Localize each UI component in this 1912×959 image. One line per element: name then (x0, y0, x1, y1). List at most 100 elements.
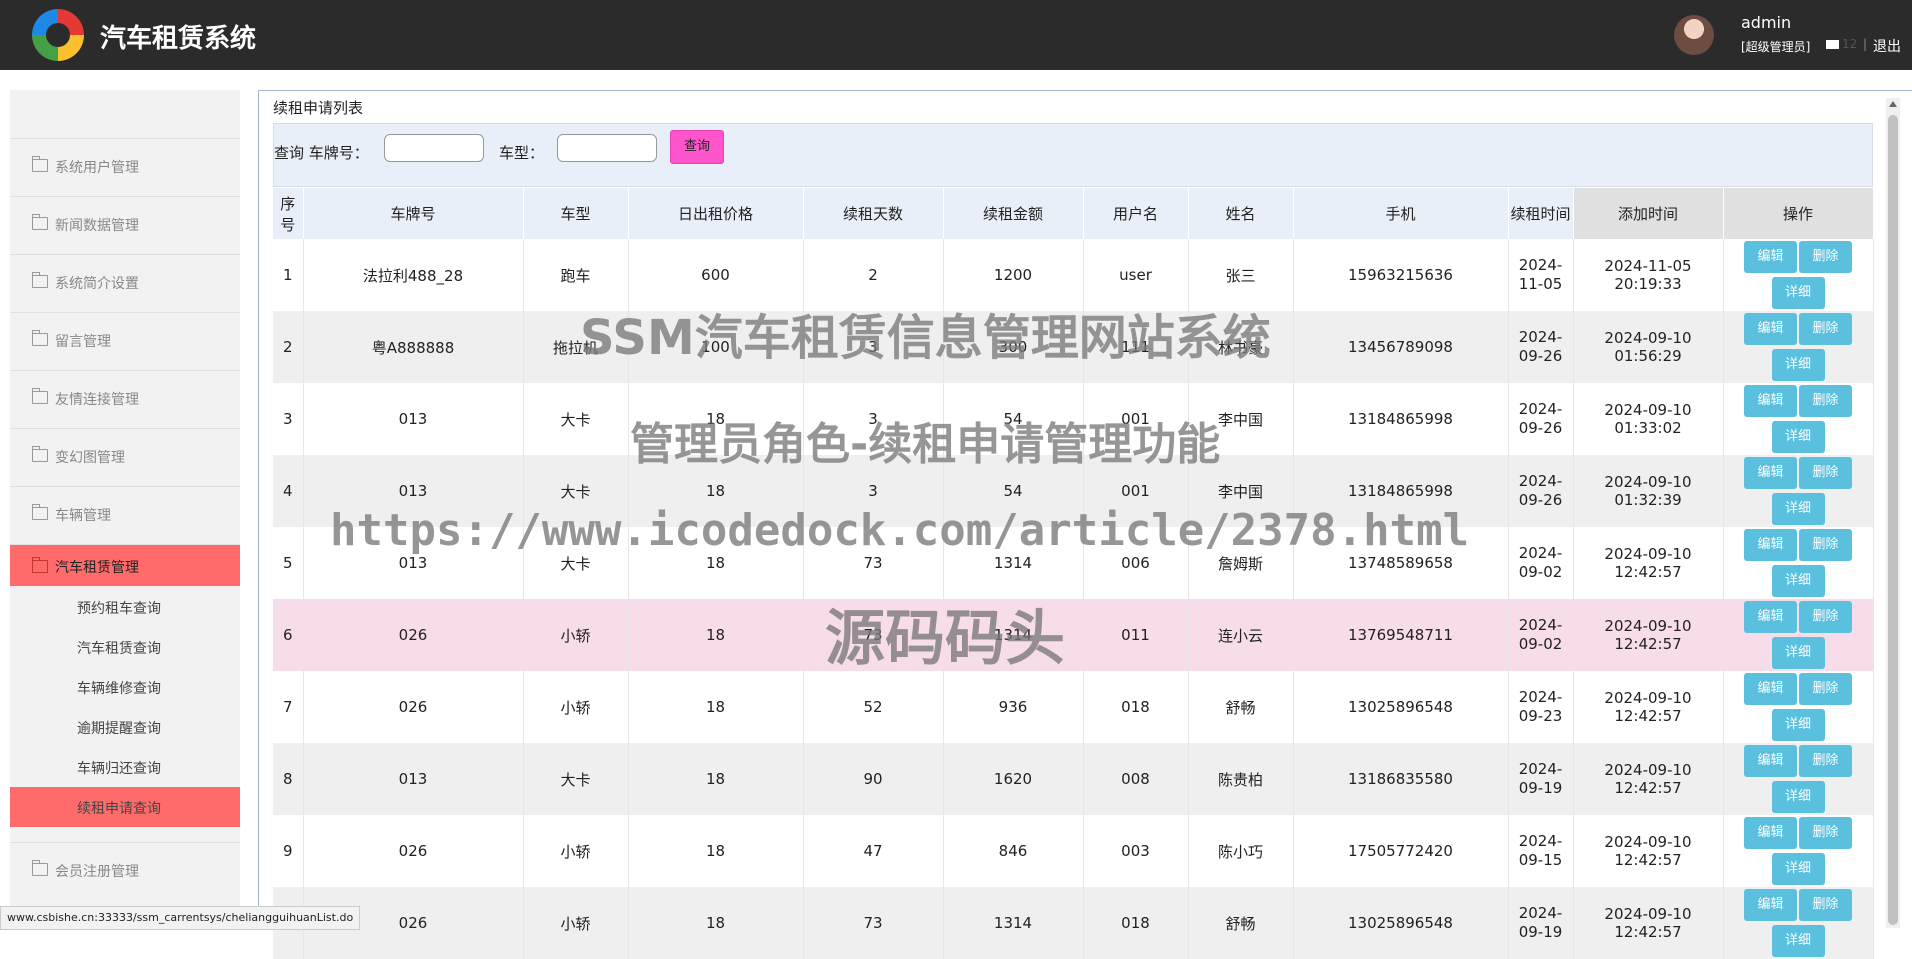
cell-phone: 13184865998 (1293, 455, 1509, 527)
cell-renew_date: 2024-09-15 (1508, 815, 1574, 887)
folder-icon (32, 388, 48, 404)
folder-icon (32, 504, 48, 520)
cell-days: 73 (803, 599, 944, 671)
sidebar-subitem-repair[interactable]: 车辆维修查询 (10, 667, 240, 707)
delete-button[interactable]: 删除 (1799, 457, 1852, 489)
avatar[interactable] (1674, 15, 1714, 55)
edit-button[interactable]: 编辑 (1744, 457, 1797, 489)
cell-amount: 1314 (943, 527, 1084, 599)
edit-button[interactable]: 编辑 (1744, 889, 1797, 921)
cell-days: 90 (803, 743, 944, 815)
cell-name: 连小云 (1188, 599, 1294, 671)
cell-plate: 法拉利488_28 (303, 239, 524, 311)
cell-no: 4 (273, 455, 304, 527)
table-row: 1 法拉利488_28 跑车 600 2 1200 user 张三 15963215636 202… (273, 239, 1874, 311)
detail-button[interactable]: 详细 (1771, 709, 1825, 741)
cell-name: 林书豪 (1188, 311, 1294, 383)
plate-input[interactable] (384, 134, 484, 162)
sidebar-item-label: 新闻数据管理 (55, 218, 139, 234)
cell-actions: 编辑 删除详细 (1723, 455, 1874, 527)
sidebar-item-news[interactable]: 新闻数据管理 (10, 196, 240, 253)
logout-link[interactable]: 退出 (1873, 36, 1901, 56)
cell-username: 018 (1083, 887, 1189, 959)
edit-button[interactable]: 编辑 (1744, 313, 1797, 345)
detail-button[interactable]: 详细 (1771, 781, 1825, 813)
cell-amount: 936 (943, 671, 1084, 743)
sidebar-item-label: 系统用户管理 (55, 160, 139, 176)
column-header: 续租金额 (943, 188, 1084, 239)
folder-icon (32, 272, 48, 288)
delete-button[interactable]: 删除 (1799, 601, 1852, 633)
edit-button[interactable]: 编辑 (1744, 601, 1797, 633)
edit-button[interactable]: 编辑 (1744, 385, 1797, 417)
column-header: 序号 (273, 188, 304, 239)
detail-button[interactable]: 详细 (1771, 349, 1825, 381)
cell-price: 18 (628, 599, 804, 671)
delete-button[interactable]: 删除 (1799, 745, 1852, 777)
scroll-up-icon[interactable] (1889, 101, 1897, 107)
detail-button[interactable]: 详细 (1771, 853, 1825, 885)
cell-no: 9 (273, 815, 304, 887)
cell-type: 大卡 (523, 743, 629, 815)
delete-button[interactable]: 删除 (1799, 529, 1852, 561)
delete-button[interactable]: 删除 (1799, 817, 1852, 849)
cell-added: 2024-09-10 12:42:57 (1573, 527, 1724, 599)
sidebar-item-vehicles[interactable]: 车辆管理 (10, 486, 240, 543)
sidebar-item-slides[interactable]: 变幻图管理 (10, 428, 240, 485)
cell-name: 李中国 (1188, 455, 1294, 527)
cell-price: 18 (628, 815, 804, 887)
delete-button[interactable]: 删除 (1799, 385, 1852, 417)
cell-renew_date: 2024-09-02 (1508, 599, 1574, 671)
detail-button[interactable]: 详细 (1771, 493, 1825, 525)
type-input[interactable] (557, 134, 657, 162)
edit-button[interactable]: 编辑 (1744, 241, 1797, 273)
cell-username: 008 (1083, 743, 1189, 815)
cell-username: 111 (1083, 311, 1189, 383)
sidebar-item-label: 友情连接管理 (55, 392, 139, 408)
delete-button[interactable]: 删除 (1799, 673, 1852, 705)
sidebar-item-intro[interactable]: 系统简介设置 (10, 254, 240, 311)
detail-button[interactable]: 详细 (1771, 277, 1825, 309)
detail-button[interactable]: 详细 (1771, 925, 1825, 957)
cell-actions: 编辑 删除详细 (1723, 671, 1874, 743)
sidebar-item-rental[interactable]: 汽车租赁管理 (10, 544, 240, 586)
column-header: 手机 (1293, 188, 1509, 239)
cell-no: 7 (273, 671, 304, 743)
delete-button[interactable]: 删除 (1799, 889, 1852, 921)
cell-amount: 54 (943, 455, 1084, 527)
sidebar-subitem-booking[interactable]: 预约租车查询 (10, 587, 240, 627)
detail-button[interactable]: 详细 (1771, 637, 1825, 669)
cell-username: 001 (1083, 455, 1189, 527)
detail-button[interactable]: 详细 (1771, 421, 1825, 453)
delete-button[interactable]: 删除 (1799, 241, 1852, 273)
sidebar-item-messages[interactable]: 留言管理 (10, 312, 240, 369)
cell-renew_date: 2024-11-05 (1508, 239, 1574, 311)
cell-price: 18 (628, 671, 804, 743)
sidebar-item-links[interactable]: 友情连接管理 (10, 370, 240, 427)
search-button[interactable]: 查询 (670, 130, 724, 164)
data-table: 序号 车牌号 车型 日出租价格 续租天数 续租金额 用户名 姓名 手机 续租时间… (273, 188, 1874, 959)
sidebar-subitem-overdue[interactable]: 逾期提醒查询 (10, 707, 240, 747)
panel-title: 续租申请列表 (273, 99, 364, 117)
table-row: 2 粤A888888 拖拉机 100 3 300 111 林书豪 13456789098 2024… (273, 311, 1874, 383)
column-header: 续租天数 (803, 188, 944, 239)
table-row: 4 013 大卡 18 3 54 001 李中国 13184865998 2024-09-26 20… (273, 455, 1874, 527)
sidebar-subitem-rental-query[interactable]: 汽车租赁查询 (10, 627, 240, 667)
edit-button[interactable]: 编辑 (1744, 817, 1797, 849)
edit-button[interactable]: 编辑 (1744, 745, 1797, 777)
cell-username: 001 (1083, 383, 1189, 455)
mail-icon[interactable] (1826, 40, 1839, 49)
sidebar-item-users[interactable]: 系统用户管理 (10, 138, 240, 195)
detail-button[interactable]: 详细 (1771, 565, 1825, 597)
sidebar-subitem-return[interactable]: 车辆归还查询 (10, 747, 240, 787)
cell-price: 100 (628, 311, 804, 383)
sidebar-subitem-renewal[interactable]: 续租申请查询 (10, 787, 240, 827)
sidebar-item-members[interactable]: 会员注册管理 (10, 842, 240, 899)
cell-name: 陈贵柏 (1188, 743, 1294, 815)
edit-button[interactable]: 编辑 (1744, 529, 1797, 561)
delete-button[interactable]: 删除 (1799, 313, 1852, 345)
edit-button[interactable]: 编辑 (1744, 673, 1797, 705)
cell-no: 8 (273, 743, 304, 815)
scrollbar-thumb[interactable] (1888, 115, 1898, 925)
cell-added: 2024-09-10 12:42:57 (1573, 887, 1724, 959)
